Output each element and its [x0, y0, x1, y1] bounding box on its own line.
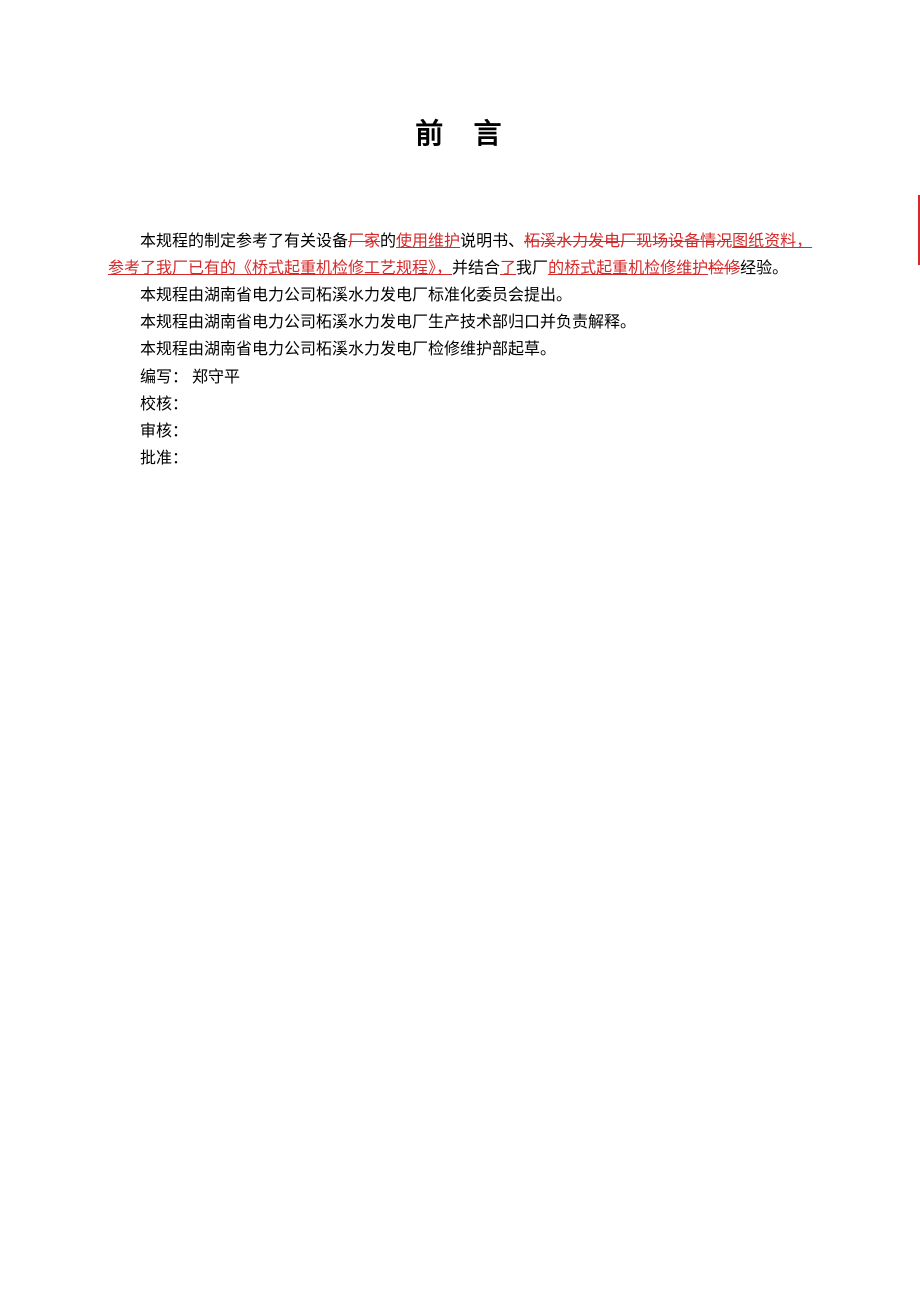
- author-line: 编写： 郑守平: [108, 364, 820, 391]
- strikethrough-text: 柘溪水力发电厂现场设备情况: [524, 233, 732, 250]
- text-segment: 经验。: [740, 260, 788, 277]
- text-segment: 我厂: [516, 260, 548, 277]
- paragraph-1: 本规程的制定参考了有关设备厂家的使用维护说明书、柘溪水力发电厂现场设备情况图纸资…: [108, 228, 820, 282]
- text-segment: 并结合: [452, 260, 500, 277]
- text-segment: 说明书、: [460, 233, 524, 250]
- strikethrough-text: 厂家: [348, 233, 380, 250]
- underline-text: 的桥式起重机检修维护: [548, 260, 708, 277]
- paragraph-2: 本规程由湖南省电力公司柘溪水力发电厂标准化委员会提出。: [108, 282, 820, 309]
- checker-line: 校核：: [108, 391, 820, 418]
- text-segment: 的: [380, 233, 396, 250]
- paragraph-4: 本规程由湖南省电力公司柘溪水力发电厂检修维护部起草。: [108, 336, 820, 363]
- strikethrough-text: 检修: [708, 260, 740, 277]
- page-title: 前 言: [108, 110, 820, 158]
- reviewer-line: 审核：: [108, 418, 820, 445]
- underline-text: 使用维护: [396, 233, 460, 250]
- paragraph-3: 本规程由湖南省电力公司柘溪水力发电厂生产技术部归口并负责解释。: [108, 309, 820, 336]
- document-page: 前 言 本规程的制定参考了有关设备厂家的使用维护说明书、柘溪水力发电厂现场设备情…: [0, 0, 920, 532]
- text-segment: 本规程的制定参考了有关设备: [140, 233, 348, 250]
- approver-line: 批准：: [108, 445, 820, 472]
- underline-text: 了: [500, 260, 516, 277]
